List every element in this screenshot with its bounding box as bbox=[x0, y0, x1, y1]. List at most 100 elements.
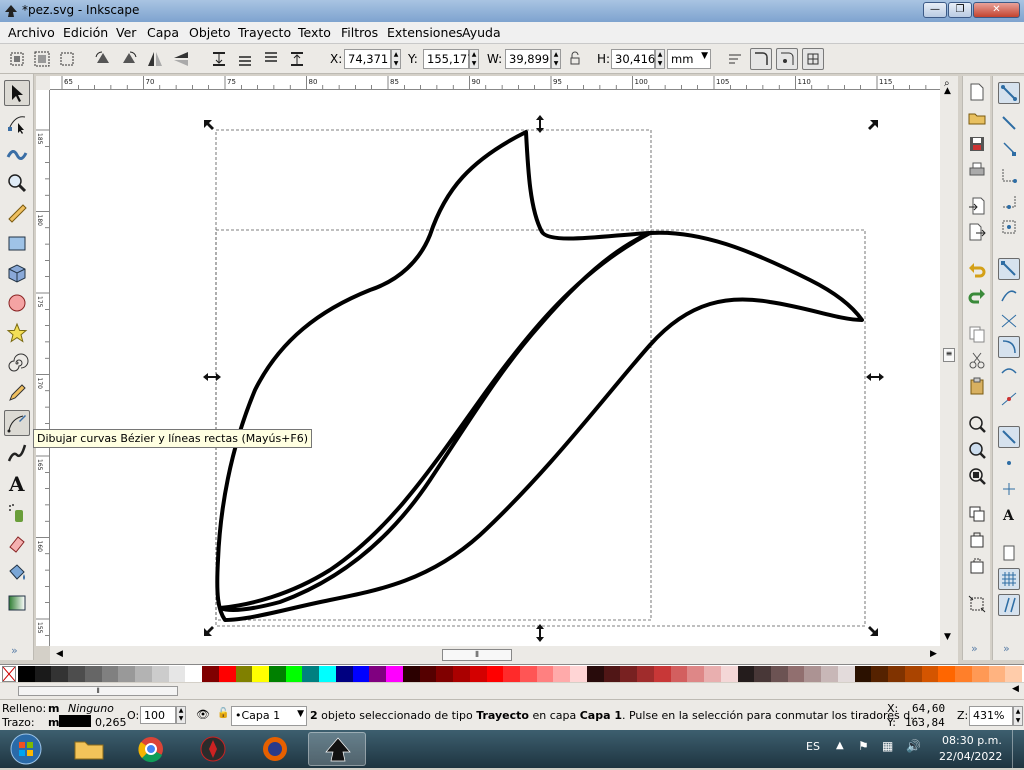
color-swatch[interactable] bbox=[620, 666, 638, 682]
menu-texto[interactable]: Texto bbox=[298, 25, 331, 40]
unit-select[interactable]: mm ▼ bbox=[667, 49, 711, 69]
color-swatch[interactable] bbox=[151, 666, 170, 682]
snap-paths-icon[interactable] bbox=[998, 284, 1020, 306]
canvas-svg[interactable] bbox=[50, 90, 940, 646]
new-document-icon[interactable] bbox=[967, 82, 987, 102]
horizontal-scrollbar[interactable]: ◀ ⦀ ▶ bbox=[50, 646, 958, 664]
taskbar-firefox[interactable] bbox=[246, 732, 304, 766]
snap-intersections-icon[interactable] bbox=[998, 310, 1020, 332]
lock-ratio-icon[interactable] bbox=[566, 48, 584, 70]
opacity-field[interactable]: 100 bbox=[140, 706, 176, 724]
zoom-selection-icon[interactable] bbox=[967, 414, 987, 434]
spiral-tool[interactable] bbox=[4, 350, 30, 376]
snap-bbox-corner-icon[interactable] bbox=[998, 164, 1020, 186]
color-swatch[interactable] bbox=[285, 666, 303, 682]
color-swatch[interactable] bbox=[520, 666, 538, 682]
lower-icon[interactable] bbox=[234, 48, 256, 70]
color-swatch[interactable] bbox=[419, 666, 437, 682]
node-tool[interactable] bbox=[4, 110, 30, 136]
color-swatch[interactable] bbox=[18, 666, 36, 682]
expand-toolbox-icon[interactable]: » bbox=[11, 644, 18, 657]
color-swatch[interactable] bbox=[821, 666, 839, 682]
network-icon[interactable]: ▦ bbox=[882, 739, 893, 753]
scale-stroke-icon[interactable] bbox=[724, 48, 746, 70]
copy-icon[interactable] bbox=[967, 324, 987, 344]
color-swatch[interactable] bbox=[302, 666, 320, 682]
color-swatch[interactable] bbox=[84, 666, 103, 682]
rotate-ccw-icon[interactable] bbox=[92, 48, 114, 70]
snap-enable-icon[interactable] bbox=[998, 82, 1020, 104]
color-swatch[interactable] bbox=[553, 666, 571, 682]
close-button[interactable]: ✕ bbox=[973, 2, 1020, 18]
color-swatch[interactable] bbox=[888, 666, 906, 682]
menu-edicion[interactable]: Edición bbox=[63, 25, 108, 40]
taskbar-app[interactable] bbox=[184, 732, 242, 766]
color-swatch[interactable] bbox=[68, 666, 86, 682]
color-swatch[interactable] bbox=[202, 666, 220, 682]
redo-icon[interactable] bbox=[967, 286, 987, 306]
transform-gradients-icon[interactable] bbox=[776, 48, 798, 70]
cut-icon[interactable] bbox=[967, 350, 987, 370]
color-swatch[interactable] bbox=[185, 666, 203, 682]
clock-time[interactable]: 08:30 p.m. bbox=[942, 734, 1002, 747]
zoom-tool[interactable] bbox=[4, 170, 30, 196]
snap-page-border-icon[interactable] bbox=[998, 542, 1020, 564]
ellipse-tool[interactable] bbox=[4, 290, 30, 316]
menu-extensiones[interactable]: Extensiones bbox=[387, 25, 463, 40]
flip-vertical-icon[interactable] bbox=[170, 48, 192, 70]
layer-lock-icon[interactable]: 🔓 bbox=[217, 708, 229, 719]
raise-to-top-icon[interactable] bbox=[286, 48, 308, 70]
x-field[interactable]: 74,371 bbox=[344, 49, 391, 69]
flip-horizontal-icon[interactable] bbox=[144, 48, 166, 70]
color-swatch[interactable] bbox=[586, 666, 605, 682]
layer-visibility-icon[interactable]: 👁 bbox=[196, 708, 210, 721]
vertical-scroll-thumb[interactable]: ≡ bbox=[943, 348, 955, 362]
color-swatch[interactable] bbox=[269, 666, 287, 682]
fill-value[interactable]: Ninguno bbox=[68, 702, 114, 715]
color-swatch[interactable] bbox=[771, 666, 789, 682]
color-swatch[interactable] bbox=[804, 666, 822, 682]
color-swatch[interactable] bbox=[469, 666, 488, 682]
color-swatch[interactable] bbox=[51, 666, 69, 682]
menu-trayecto[interactable]: Trayecto bbox=[238, 25, 291, 40]
y-field[interactable]: 155,177 bbox=[423, 49, 475, 69]
raise-icon[interactable] bbox=[260, 48, 282, 70]
color-swatch[interactable] bbox=[637, 666, 655, 682]
transform-patterns-icon[interactable] bbox=[802, 48, 824, 70]
width-spinner[interactable]: ▲ ▼ bbox=[551, 49, 561, 69]
color-swatch[interactable] bbox=[453, 666, 471, 682]
opacity-spinner[interactable]: ▲ ▼ bbox=[176, 706, 186, 724]
measure-tool[interactable] bbox=[4, 200, 30, 226]
snap-bbox-midpoint-icon[interactable] bbox=[998, 190, 1020, 212]
color-swatch[interactable] bbox=[369, 666, 387, 682]
snap-others-icon[interactable] bbox=[998, 426, 1020, 448]
calligraphy-tool[interactable] bbox=[4, 440, 30, 466]
scroll-left-icon[interactable]: ◀ bbox=[56, 649, 63, 659]
no-paint-swatch[interactable] bbox=[2, 666, 16, 682]
color-swatch[interactable] bbox=[988, 666, 1006, 682]
show-hidden-icons-icon[interactable]: ▲ bbox=[836, 740, 844, 751]
spray-tool[interactable] bbox=[4, 500, 30, 526]
bezier-pen-tool[interactable] bbox=[4, 410, 30, 436]
color-swatch[interactable] bbox=[135, 666, 153, 682]
language-indicator[interactable]: ES bbox=[806, 740, 820, 753]
horizontal-scroll-thumb[interactable]: ⦀ bbox=[442, 649, 512, 661]
color-swatch[interactable] bbox=[536, 666, 554, 682]
color-swatch[interactable] bbox=[754, 666, 772, 682]
menu-capa[interactable]: Capa bbox=[147, 25, 179, 40]
color-swatch[interactable] bbox=[402, 666, 421, 682]
zoom-page-icon[interactable] bbox=[967, 466, 987, 486]
color-swatch[interactable] bbox=[955, 666, 973, 682]
color-swatch[interactable] bbox=[168, 666, 186, 682]
duplicate-icon[interactable] bbox=[967, 504, 987, 524]
taskbar-inkscape[interactable] bbox=[308, 732, 366, 766]
color-swatch[interactable] bbox=[503, 666, 521, 682]
scale-corners-icon[interactable] bbox=[750, 48, 772, 70]
drawing-canvas[interactable] bbox=[50, 90, 940, 646]
transform-handles[interactable] bbox=[203, 115, 884, 642]
paste-icon[interactable] bbox=[967, 376, 987, 396]
zoom-drawing-icon[interactable] bbox=[967, 440, 987, 460]
expand-snap-icon[interactable]: » bbox=[1003, 642, 1010, 655]
color-swatch[interactable] bbox=[486, 666, 504, 682]
color-swatch[interactable] bbox=[871, 666, 889, 682]
